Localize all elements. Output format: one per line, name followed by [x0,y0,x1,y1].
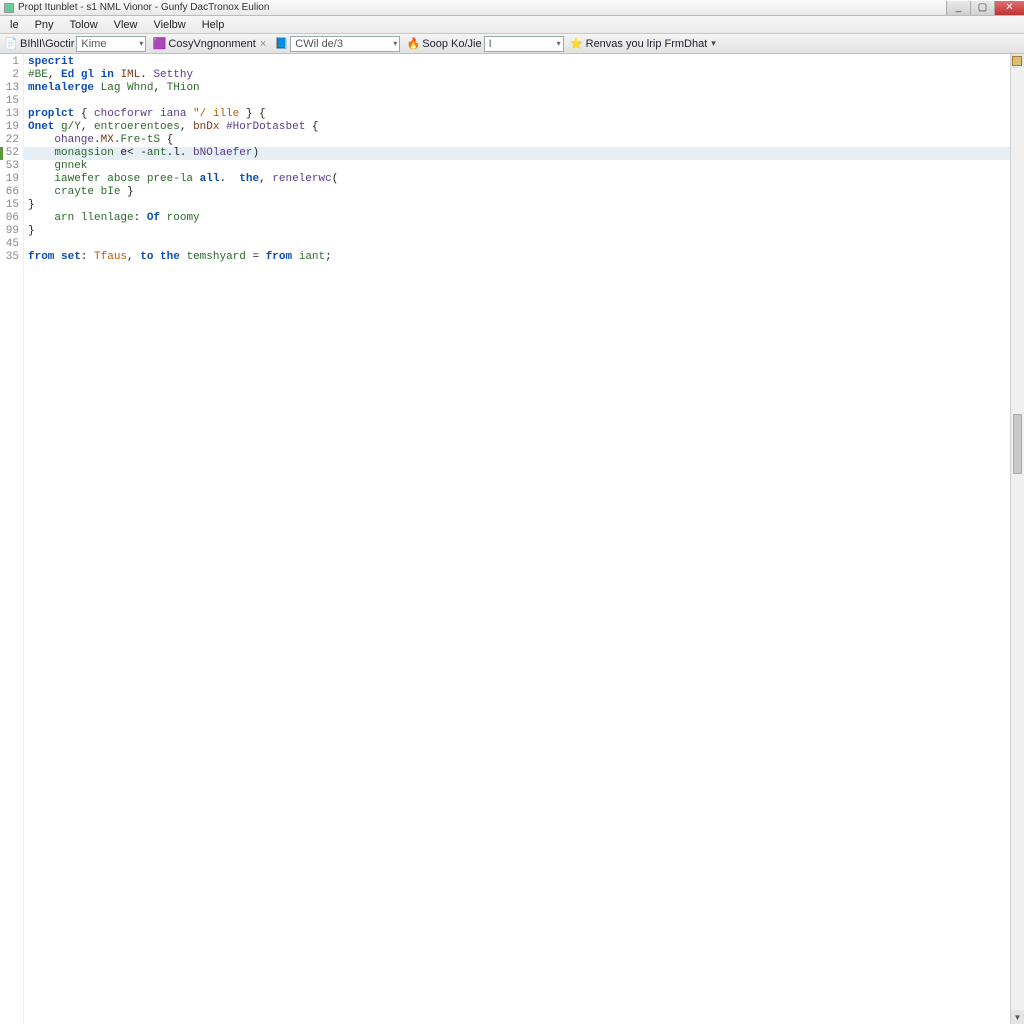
toolbar-label-4: Soop Ko/Jie [422,38,481,50]
dropdown-icon[interactable]: ▾ [709,38,718,49]
line-number: 53 [0,160,19,173]
code-line[interactable]: } [28,225,1006,238]
editor-area: 121315131922525319661506994535 specrit#B… [0,54,1024,1024]
toolbar-group-1: 📄 BIhlI\Goctir Kime [4,36,146,52]
code-line[interactable]: from set: Tfaus, to the temshyard = from… [28,251,1006,264]
line-number: 35 [0,251,19,264]
menubar: le Pny Tolow Vlew Vielbw Help [0,16,1024,34]
menu-pny[interactable]: Pny [27,18,62,32]
line-number: 15 [0,95,19,108]
code-line[interactable] [28,238,1006,251]
toolbar-group-2: 🟪 CosyVngnonment × [152,37,268,51]
document-icon: 📄 [4,37,18,51]
toolbar-group-3: 📘 CWil de/3 [274,36,400,52]
toolbar: 📄 BIhlI\Goctir Kime 🟪 CosyVngnonment × 📘… [0,34,1024,54]
script-icon: 📘 [274,37,288,51]
menu-file[interactable]: le [2,18,27,32]
code-line[interactable] [28,95,1006,108]
code-line[interactable]: gnnek [28,160,1006,173]
line-number: 1 [0,56,19,69]
line-number: 15 [0,199,19,212]
line-number: 19 [0,121,19,134]
menu-help[interactable]: Help [194,18,233,32]
maximize-button[interactable]: ▢ [970,1,994,15]
close-button[interactable]: ✕ [994,1,1024,15]
line-number: 13 [0,108,19,121]
toolbar-combo-3[interactable]: CWil de/3 [290,36,400,52]
menu-tolow[interactable]: Tolow [62,18,106,32]
toolbar-combo-1[interactable]: Kime [76,36,146,52]
line-number: 66 [0,186,19,199]
window-controls: _ ▢ ✕ [946,1,1024,15]
toolbar-label-5: Renvas you lrip FrmDhat [586,38,708,50]
toolbar-group-4: 🔥 Soop Ko/Jie I [406,36,563,52]
toolbar-label-2: CosyVngnonment [168,38,255,50]
line-number: 2 [0,69,19,82]
code-line[interactable]: crayte bIe } [28,186,1006,199]
scrollbar-thumb[interactable] [1013,414,1022,474]
code-line[interactable]: monagsion e< -ant.l. bNOlaefer) [24,147,1010,160]
line-number-gutter: 121315131922525319661506994535 [0,54,24,1024]
code-line[interactable]: } [28,199,1006,212]
toolbar-label-1: BIhlI\Goctir [20,38,74,50]
search-icon: 🔥 [406,37,420,51]
menu-vielbw[interactable]: Vielbw [146,18,194,32]
line-number: 22 [0,134,19,147]
menu-view[interactable]: Vlew [106,18,146,32]
code-line[interactable]: arn llenlage: Of roomy [28,212,1006,225]
line-number: 06 [0,212,19,225]
toolbar-group-5: ⭐ Renvas you lrip FrmDhat ▾ [570,37,718,51]
toolbar-combo-3-value: CWil de/3 [295,38,343,50]
editor-corner-icon [1012,56,1022,66]
module-icon: 🟪 [152,37,166,51]
code-line[interactable]: specrit [28,56,1006,69]
toolbar-combo-1-value: Kime [81,38,106,50]
window-title: Propt Itunblet - s1 NML Vionor - Gunfy D… [18,2,269,13]
vertical-scrollbar[interactable]: ▲ ▼ [1010,54,1024,1024]
app-icon [4,3,14,13]
star-icon: ⭐ [570,37,584,51]
close-tab-icon[interactable]: × [258,38,268,50]
code-editor[interactable]: specrit#BE, Ed gl in IML. Setthymnelaler… [24,54,1010,1024]
line-number: 45 [0,238,19,251]
minimize-button[interactable]: _ [946,1,970,15]
toolbar-combo-4-value: I [489,38,492,50]
code-line[interactable]: proplct { chocforwr iana "/ ille } { [28,108,1006,121]
code-line[interactable]: #BE, Ed gl in IML. Setthy [28,69,1006,82]
code-line[interactable]: iawefer abose pree-la all. the, renelerw… [28,173,1006,186]
code-line[interactable]: Onet g/Y, entroerentoes, bnDx #HorDotasb… [28,121,1006,134]
line-number: 99 [0,225,19,238]
window-titlebar: Propt Itunblet - s1 NML Vionor - Gunfy D… [0,0,1024,16]
code-line[interactable]: mnelalerge Lag Whnd, THion [28,82,1006,95]
line-number: 19 [0,173,19,186]
code-line[interactable]: ohange.MX.Fre-tS { [28,134,1006,147]
line-number: 13 [0,82,19,95]
toolbar-combo-4[interactable]: I [484,36,564,52]
scroll-down-arrow-icon[interactable]: ▼ [1011,1010,1024,1024]
